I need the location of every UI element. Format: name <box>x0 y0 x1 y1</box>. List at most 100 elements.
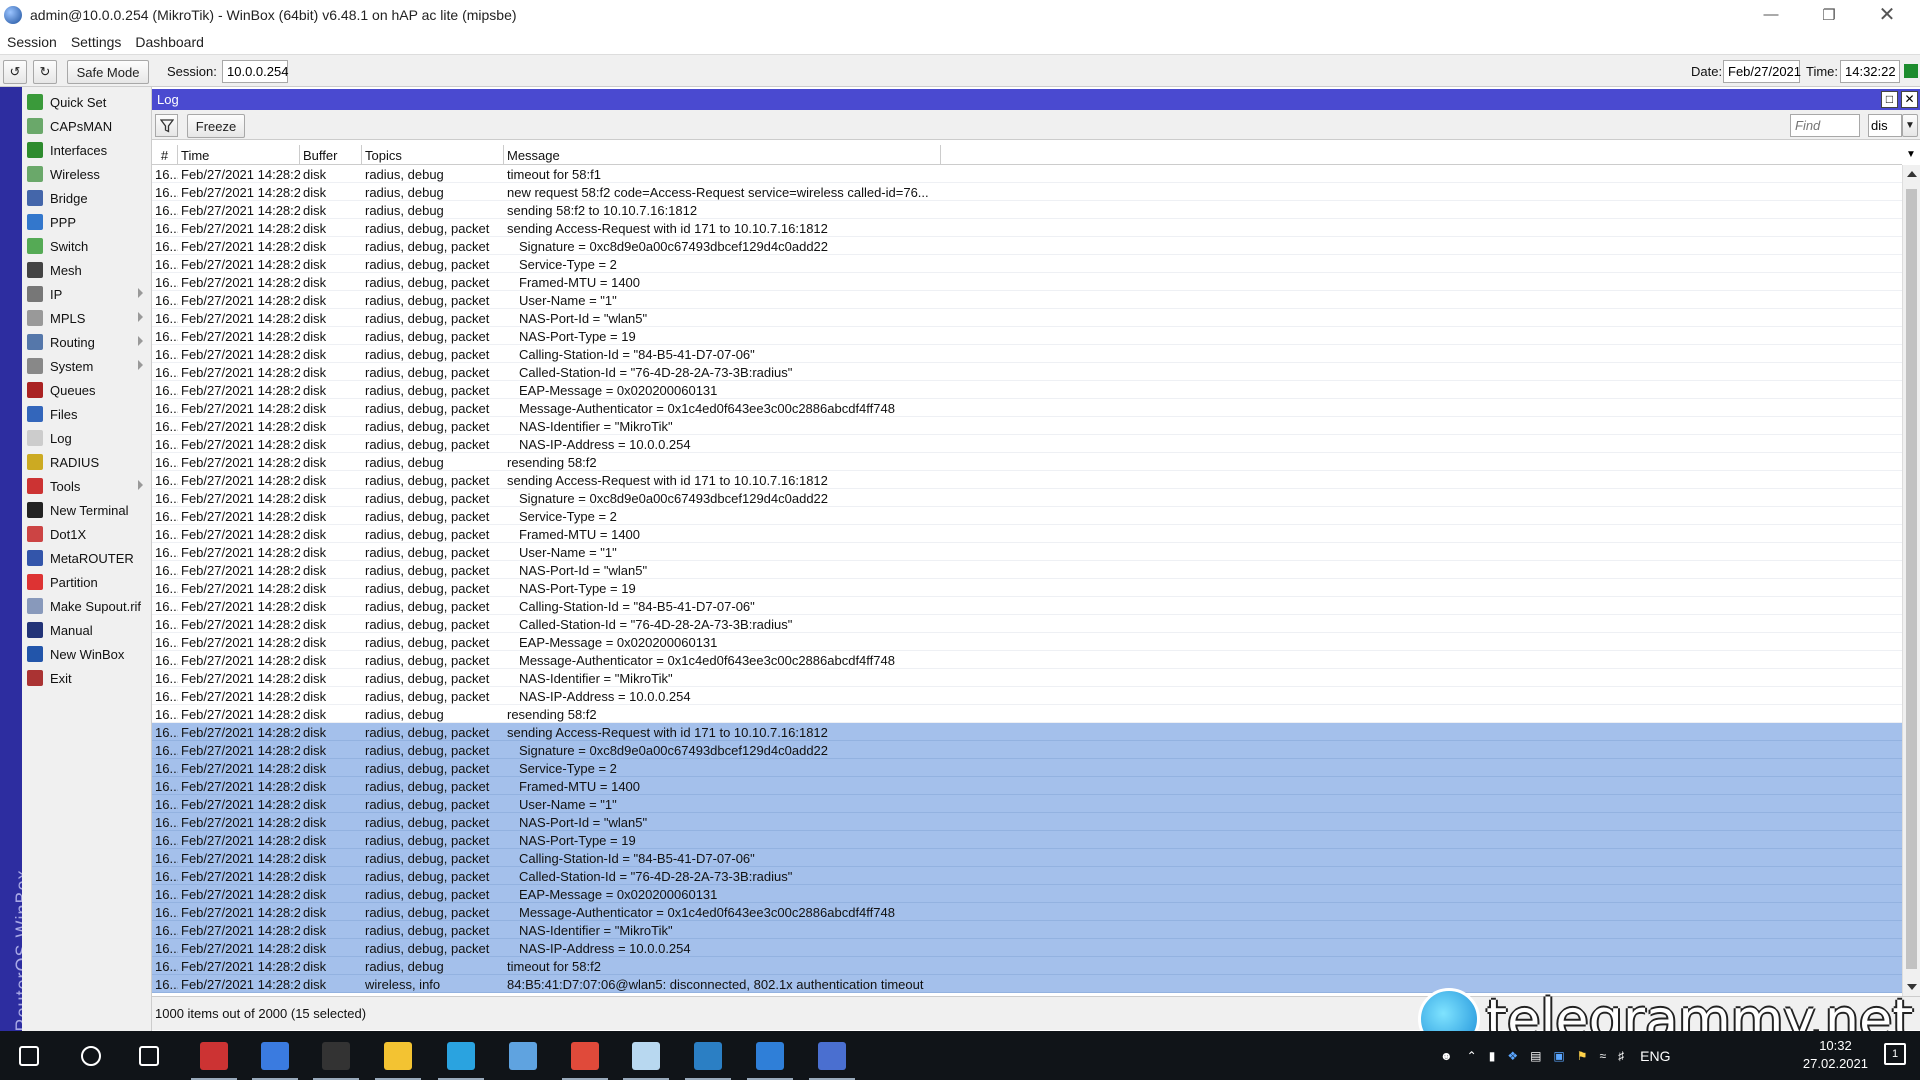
sidebar-item-tools[interactable]: Tools <box>22 474 151 498</box>
show-hidden-icons-icon[interactable]: ⌃ <box>1467 1049 1477 1063</box>
taskbar-button[interactable] <box>617 1031 675 1080</box>
taskbar-button[interactable] <box>494 1031 552 1080</box>
table-row[interactable]: 16... Feb/27/2021 14:28:27 disk radius, deb… <box>152 615 1902 633</box>
table-row[interactable]: 16... Feb/27/2021 14:28:26 disk radius, deb… <box>152 345 1902 363</box>
restore-icon[interactable]: ❐ <box>1800 0 1858 29</box>
table-row[interactable]: 16... Feb/27/2021 14:28:26 disk radius, deb… <box>152 255 1902 273</box>
table-row[interactable]: 16... Feb/27/2021 14:28:27 disk radius, deb… <box>152 795 1902 813</box>
sidebar-item-bridge[interactable]: Bridge <box>22 186 151 210</box>
sidebar-item-ip[interactable]: IP <box>22 282 151 306</box>
taskbar-button[interactable] <box>369 1031 427 1080</box>
log-window-titlebar[interactable]: Log □ ✕ <box>152 89 1920 110</box>
sidebar-item-routing[interactable]: Routing <box>22 330 151 354</box>
column-menu-icon[interactable]: ▼ <box>1902 145 1920 165</box>
table-row[interactable]: 16... Feb/27/2021 14:28:27 disk radius, deb… <box>152 561 1902 579</box>
table-row[interactable]: 16... Feb/27/2021 14:28:26 disk radius, deb… <box>152 381 1902 399</box>
menu-session[interactable]: Session <box>7 34 57 50</box>
table-row[interactable]: 16... Feb/27/2021 14:28:27 disk radius, deb… <box>152 633 1902 651</box>
taskbar-clock[interactable]: 10:32 27.02.2021 <box>1803 1037 1868 1073</box>
table-row[interactable]: 16... Feb/27/2021 14:28:26 disk radius, deb… <box>152 183 1902 201</box>
table-row[interactable]: 16... Feb/27/2021 14:28:26 disk radius, deb… <box>152 399 1902 417</box>
column-message[interactable]: Message <box>504 145 941 165</box>
network-icon[interactable]: ▤ <box>1530 1049 1541 1063</box>
undo-button[interactable]: ↺ <box>3 60 27 84</box>
sidebar-item-exit[interactable]: Exit <box>22 666 151 690</box>
notification-icon[interactable]: 1 <box>1884 1043 1906 1065</box>
table-row[interactable]: 16... Feb/27/2021 14:28:27 disk radius, deb… <box>152 903 1902 921</box>
sidebar-item-new-winbox[interactable]: New WinBox <box>22 642 151 666</box>
sidebar-item-metarouter[interactable]: MetaROUTER <box>22 546 151 570</box>
taskbar-button[interactable] <box>307 1031 365 1080</box>
table-row[interactable]: 16... Feb/27/2021 14:28:27 disk radius, deb… <box>152 759 1902 777</box>
close-icon[interactable]: ✕ <box>1858 0 1916 29</box>
table-row[interactable]: 16... Feb/27/2021 14:28:27 disk radius, deb… <box>152 867 1902 885</box>
table-row[interactable]: 16... Feb/27/2021 14:28:27 disk radius, deb… <box>152 939 1902 957</box>
table-row[interactable]: 16... Feb/27/2021 14:28:27 disk radius, deb… <box>152 489 1902 507</box>
table-row[interactable]: 16... Feb/27/2021 14:28:27 disk radius, deb… <box>152 723 1902 741</box>
taskbar-button[interactable] <box>120 1031 178 1080</box>
table-row[interactable]: 16... Feb/27/2021 14:28:27 disk radius, deb… <box>152 831 1902 849</box>
filter-button[interactable] <box>155 114 178 137</box>
sidebar-item-radius[interactable]: RADIUS <box>22 450 151 474</box>
vertical-scrollbar[interactable] <box>1902 165 1920 996</box>
redo-button[interactable]: ↻ <box>33 60 57 84</box>
sidebar-item-system[interactable]: System <box>22 354 151 378</box>
sidebar-item-new-terminal[interactable]: New Terminal <box>22 498 151 522</box>
taskbar-button[interactable] <box>741 1031 799 1080</box>
topic-filter-dropdown[interactable]: ▼ <box>1902 114 1918 137</box>
input-language[interactable]: ENG <box>1640 1048 1670 1064</box>
table-row[interactable]: 16... Feb/27/2021 14:28:27 disk radius, deb… <box>152 687 1902 705</box>
table-row[interactable]: 16... Feb/27/2021 14:28:27 disk radius, deb… <box>152 885 1902 903</box>
table-row[interactable]: 16... Feb/27/2021 14:28:26 disk radius, deb… <box>152 417 1902 435</box>
table-row[interactable]: 16... Feb/27/2021 14:28:27 disk radius, deb… <box>152 777 1902 795</box>
sidebar-item-quick-set[interactable]: Quick Set <box>22 90 151 114</box>
column-topics[interactable]: Topics <box>362 145 504 165</box>
table-row[interactable]: 16... Feb/27/2021 14:28:26 disk radius, deb… <box>152 291 1902 309</box>
freeze-button[interactable]: Freeze <box>187 114 245 138</box>
table-row[interactable]: 16... Feb/27/2021 14:28:26 disk radius, deb… <box>152 201 1902 219</box>
taskbar-button[interactable] <box>246 1031 304 1080</box>
table-row[interactable]: 16... Feb/27/2021 14:28:27 disk radius, deb… <box>152 525 1902 543</box>
table-row[interactable]: 16... Feb/27/2021 14:28:27 disk radius, deb… <box>152 705 1902 723</box>
taskbar-button[interactable] <box>0 1031 58 1080</box>
sidebar-item-manual[interactable]: Manual <box>22 618 151 642</box>
find-input[interactable] <box>1790 114 1860 137</box>
battery-icon[interactable]: ▮ <box>1489 1049 1496 1063</box>
sidebar-item-dot1x[interactable]: Dot1X <box>22 522 151 546</box>
sidebar-item-queues[interactable]: Queues <box>22 378 151 402</box>
column-number[interactable]: # <box>152 145 178 165</box>
vpn-icon[interactable]: ▣ <box>1553 1049 1564 1063</box>
security-icon[interactable]: ⚑ <box>1577 1049 1588 1063</box>
table-row[interactable]: 16... Feb/27/2021 14:28:27 disk radius, deb… <box>152 453 1902 471</box>
table-row[interactable]: 16... Feb/27/2021 14:28:27 disk radius, deb… <box>152 579 1902 597</box>
table-row[interactable]: 16... Feb/27/2021 14:28:27 disk radius, deb… <box>152 849 1902 867</box>
table-row[interactable]: 16... Feb/27/2021 14:28:28 disk radius, deb… <box>152 957 1902 975</box>
safe-mode-button[interactable]: Safe Mode <box>67 60 149 84</box>
table-row[interactable]: 16... Feb/27/2021 14:28:27 disk radius, deb… <box>152 921 1902 939</box>
taskbar-button[interactable] <box>62 1031 120 1080</box>
table-row[interactable]: 16... Feb/27/2021 14:28:26 disk radius, deb… <box>152 327 1902 345</box>
table-row[interactable]: 16... Feb/27/2021 14:28:26 disk radius, deb… <box>152 273 1902 291</box>
sidebar-item-make-supout-rif[interactable]: Make Supout.rif <box>22 594 151 618</box>
maximize-window-icon[interactable]: □ <box>1881 91 1898 108</box>
close-window-icon[interactable]: ✕ <box>1901 91 1918 108</box>
table-row[interactable]: 16... Feb/27/2021 14:28:27 disk radius, deb… <box>152 741 1902 759</box>
session-field[interactable]: 10.0.0.254 <box>222 60 288 83</box>
sidebar-item-mesh[interactable]: Mesh <box>22 258 151 282</box>
sidebar-item-partition[interactable]: Partition <box>22 570 151 594</box>
sidebar-item-ppp[interactable]: PPP <box>22 210 151 234</box>
scrollbar-thumb[interactable] <box>1906 189 1917 969</box>
minimize-icon[interactable]: — <box>1742 0 1800 29</box>
table-row[interactable]: 16... Feb/27/2021 14:28:27 disk radius, deb… <box>152 597 1902 615</box>
table-row[interactable]: 16... Feb/27/2021 14:28:26 disk radius, deb… <box>152 165 1902 183</box>
sidebar-item-capsman[interactable]: CAPsMAN <box>22 114 151 138</box>
sidebar-item-log[interactable]: Log <box>22 426 151 450</box>
taskbar-button[interactable] <box>185 1031 243 1080</box>
table-row[interactable]: 16... Feb/27/2021 14:28:27 disk radius, deb… <box>152 651 1902 669</box>
sidebar-item-interfaces[interactable]: Interfaces <box>22 138 151 162</box>
table-row[interactable]: 16... Feb/27/2021 14:28:27 disk radius, deb… <box>152 669 1902 687</box>
table-row[interactable]: 16... Feb/27/2021 14:28:27 disk radius, deb… <box>152 813 1902 831</box>
taskbar-button[interactable] <box>803 1031 861 1080</box>
sidebar-item-switch[interactable]: Switch <box>22 234 151 258</box>
table-row[interactable]: 16... Feb/27/2021 14:28:26 disk radius, deb… <box>152 363 1902 381</box>
